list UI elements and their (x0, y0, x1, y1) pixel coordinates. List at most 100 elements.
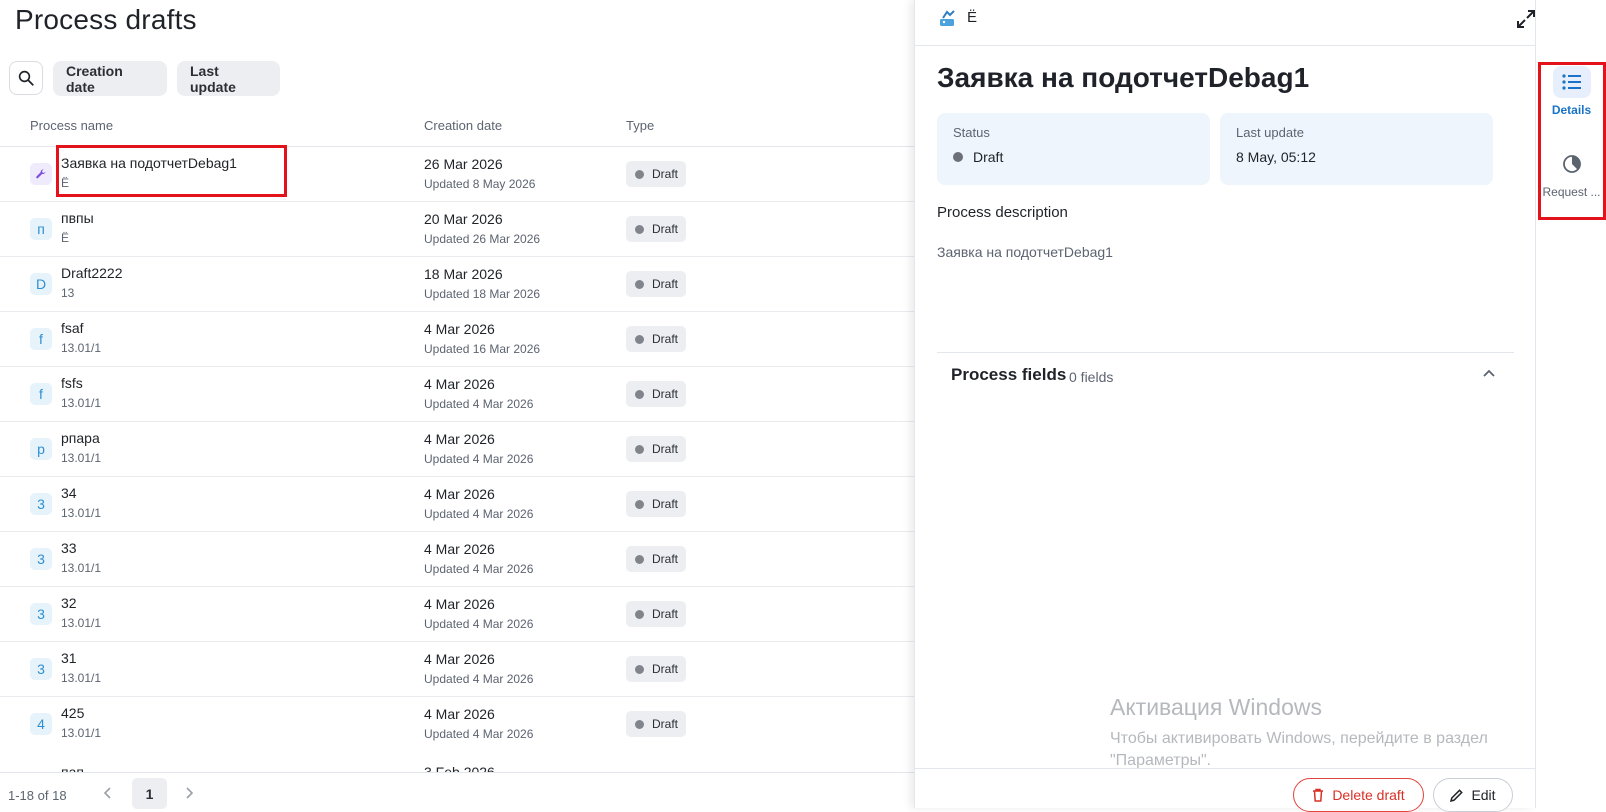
updated-date: Updated 18 Mar 2026 (424, 287, 541, 301)
status-label: Status (953, 125, 990, 140)
creation-date: 4 Mar 2026 (424, 431, 495, 447)
table-row[interactable]: п пвпы Ё 20 Mar 2026 Updated 26 Mar 2026… (0, 201, 914, 256)
creation-date: 26 Mar 2026 (424, 156, 503, 172)
process-code: Ё (61, 176, 70, 190)
updated-date: Updated 16 Mar 2026 (424, 342, 541, 356)
avatar: п (30, 218, 52, 240)
column-header-type[interactable]: Type (626, 118, 654, 133)
drafts-table: Заявка на подотчетDebag1 Ё 26 Mar 2026 U… (0, 146, 914, 751)
avatar: 3 (30, 548, 52, 570)
fields-heading[interactable]: Process fields (951, 365, 1066, 385)
status-dot (635, 279, 644, 289)
avatar: 3 (30, 493, 52, 515)
divider (937, 352, 1514, 353)
prev-page-button[interactable] (103, 786, 113, 802)
process-name: fsaf (61, 320, 84, 336)
process-name: Draft2222 (61, 265, 123, 281)
description-text: Заявка на подотчетDebag1 (937, 244, 1113, 260)
avatar: 3 (30, 658, 52, 680)
type-label: Draft (652, 167, 679, 181)
process-name: Заявка на подотчетDebag1 (61, 155, 237, 171)
updated-date: Updated 4 Mar 2026 (424, 562, 534, 576)
rail-item-details[interactable]: Details (1536, 66, 1606, 117)
table-row[interactable]: р рпара 13.01/1 4 Mar 2026 Updated 4 Mar… (0, 421, 914, 476)
process-name: пвпы (61, 210, 94, 226)
avatar: 3 (30, 603, 52, 625)
creation-date-filter[interactable]: Creation date (53, 61, 167, 96)
updated-date: Updated 4 Mar 2026 (424, 397, 534, 411)
avatar: 4 (30, 713, 52, 735)
status-dot (635, 389, 644, 399)
creation-date: 20 Mar 2026 (424, 211, 503, 227)
process-code: 13.01/1 (61, 561, 102, 575)
updated-date: Updated 4 Mar 2026 (424, 452, 534, 466)
process-name: 425 (61, 705, 85, 721)
creation-date: 4 Mar 2026 (424, 596, 495, 612)
status-badge: Draft (626, 271, 687, 297)
next-page-button[interactable] (184, 786, 194, 802)
status-badge: Draft (626, 381, 687, 407)
page-button[interactable]: 1 (132, 778, 167, 809)
table-row[interactable]: D Draft2222 13 18 Mar 2026 Updated 18 Ma… (0, 256, 914, 311)
rail-label-request: Request ... (1542, 185, 1601, 199)
table-row[interactable]: 4 425 13.01/1 4 Mar 2026 Updated 4 Mar 2… (0, 696, 914, 751)
delete-draft-label: Delete draft (1332, 787, 1405, 803)
type-label: Draft (652, 442, 679, 456)
type-label: Draft (652, 607, 679, 621)
table-row[interactable]: 3 31 13.01/1 4 Mar 2026 Updated 4 Mar 20… (0, 641, 914, 696)
creation-date: 4 Mar 2026 (424, 376, 495, 392)
type-label: Draft (652, 277, 679, 291)
status-badge: Draft (626, 711, 687, 737)
search-button[interactable] (9, 61, 43, 95)
collapse-button[interactable] (1482, 366, 1498, 382)
last-update-label: Last update (1236, 125, 1304, 140)
process-name: fsfs (61, 375, 83, 391)
status-dot (953, 152, 963, 162)
table-row[interactable]: 3 34 13.01/1 4 Mar 2026 Updated 4 Mar 20… (0, 476, 914, 531)
status-dot (635, 224, 644, 234)
list-icon (1552, 66, 1591, 98)
rail-item-request[interactable]: Request ... (1536, 148, 1606, 199)
status-dot (635, 554, 644, 564)
process-code: 13.01/1 (61, 451, 102, 465)
chevron-left-icon (103, 787, 111, 799)
creation-date: 3 Feb 2026 (424, 764, 495, 772)
status-dot (635, 444, 644, 454)
process-code: 13 (61, 286, 75, 300)
process-name: 32 (61, 595, 77, 611)
process-code: 13.01/1 (61, 506, 102, 520)
type-label: Draft (652, 552, 679, 566)
delete-draft-button[interactable]: Delete draft (1293, 778, 1424, 812)
table-row[interactable]: f fsaf 13.01/1 4 Mar 2026 Updated 16 Mar… (0, 311, 914, 366)
last-update-value: 8 May, 05:12 (1236, 149, 1316, 165)
status-badge: Draft (626, 216, 687, 242)
type-label: Draft (652, 332, 679, 346)
edit-button[interactable]: Edit (1433, 778, 1513, 812)
creation-date: 18 Mar 2026 (424, 266, 503, 282)
creation-date: 4 Mar 2026 (424, 541, 495, 557)
last-update-filter[interactable]: Last update (177, 61, 280, 96)
table-row[interactable]: Заявка на подотчетDebag1 Ё 26 Mar 2026 U… (0, 146, 914, 201)
column-header-name[interactable]: Process name (30, 118, 113, 133)
process-name: пап (61, 764, 84, 772)
history-icon (1553, 148, 1591, 180)
updated-date: Updated 4 Mar 2026 (424, 617, 534, 631)
status-dot (635, 169, 644, 179)
panel-title: Заявка на подотчетDebag1 (937, 62, 1310, 93)
table-row[interactable]: 3 32 13.01/1 4 Mar 2026 Updated 4 Mar 20… (0, 586, 914, 641)
chevron-right-icon (186, 787, 194, 799)
table-row[interactable]: f fsfs 13.01/1 4 Mar 2026 Updated 4 Mar … (0, 366, 914, 421)
process-name: 33 (61, 540, 77, 556)
side-rail: Details Request ... (1535, 0, 1606, 808)
column-header-creation[interactable]: Creation date (424, 118, 502, 133)
process-code: 13.01/1 (61, 726, 102, 740)
process-code: 13.01/1 (61, 616, 102, 630)
type-label: Draft (652, 717, 679, 731)
table-row[interactable]: пап 3 Feb 2026 (0, 752, 914, 772)
process-name: рпара (61, 430, 100, 446)
pencil-icon (1450, 788, 1464, 802)
table-row[interactable]: 3 33 13.01/1 4 Mar 2026 Updated 4 Mar 20… (0, 531, 914, 586)
updated-date: Updated 4 Mar 2026 (424, 727, 534, 741)
panel-header: Ё (915, 0, 1574, 46)
process-code: Ё (61, 231, 70, 245)
